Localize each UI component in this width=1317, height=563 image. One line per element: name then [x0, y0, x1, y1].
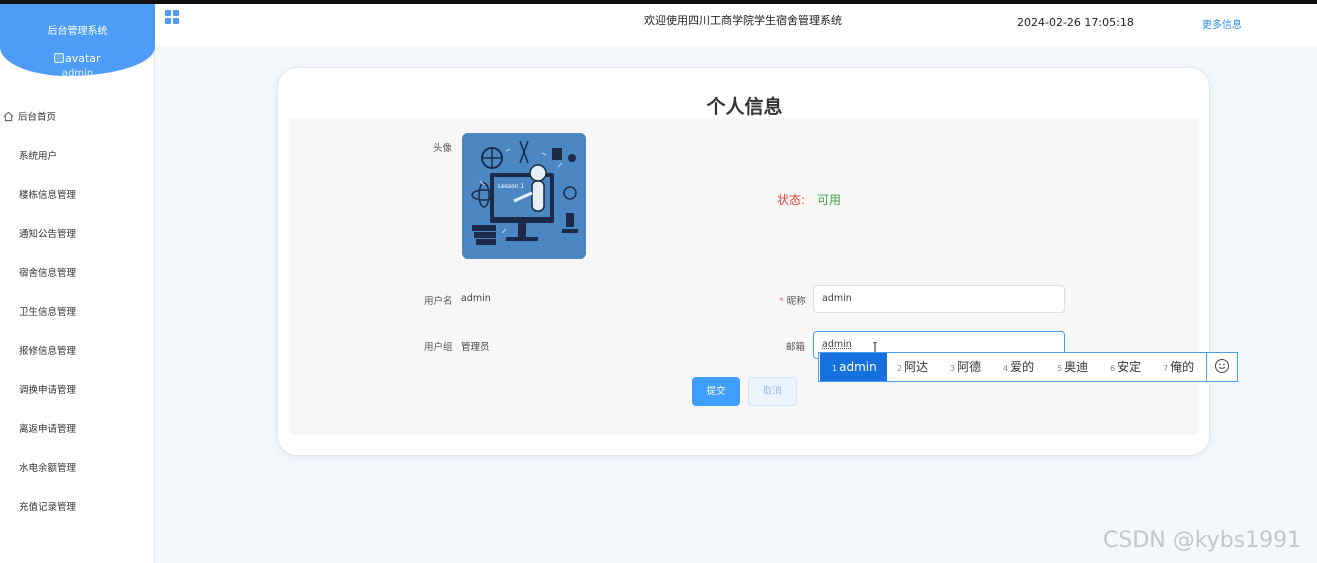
sidebar-item-label: 卫生信息管理 — [19, 307, 77, 318]
ime-separator — [1206, 353, 1207, 381]
sidebar-item-label: 后台首页 — [18, 112, 57, 123]
ime-candidate-bar: 1 admin 2 阿达 3 阿德 4 爱的 5 奥迪 6 安定 7 俺的 — [818, 352, 1238, 382]
watermark: CSDN @kybs1991 — [1103, 528, 1302, 553]
robot-teacher-illustration — [462, 133, 586, 259]
sidebar-item-label: 系统用户 — [19, 151, 58, 162]
sidebar-item-hygiene[interactable]: 卫生信息管理 — [0, 293, 155, 332]
sidebar-item-utility-balance[interactable]: 水电余额管理 — [0, 449, 155, 488]
ime-candidate[interactable]: 3 阿德 — [950, 353, 981, 381]
sidebar-item-label: 宿舍信息管理 — [19, 268, 77, 279]
group-value: 管理员 — [461, 342, 490, 353]
sidebar-item-leave-return[interactable]: 离返申请管理 — [0, 410, 155, 449]
sidebar-item-label: 楼栋信息管理 — [19, 190, 77, 201]
sidebar-item-buildings[interactable]: 楼栋信息管理 — [0, 176, 155, 215]
header-title: 欢迎使用四川工商学院学生宿舍管理系统 — [644, 14, 842, 27]
more-info-link[interactable]: 更多信息 — [1202, 16, 1242, 31]
sidebar-item-system-users[interactable]: 系统用户 — [0, 137, 155, 176]
sidebar-item-dorms[interactable]: 宿舍信息管理 — [0, 254, 155, 293]
app-title: 后台管理系统 — [47, 26, 108, 37]
avatar-alt-text: avatar — [65, 52, 101, 65]
avatar-image-text: Lesson 1 — [498, 183, 525, 190]
page-title: 个人信息 — [706, 96, 783, 118]
nickname-input[interactable]: admin — [813, 285, 1065, 313]
broken-image-icon — [54, 53, 64, 63]
sidebar-item-home[interactable]: 后台首页 — [0, 98, 155, 137]
profile-card: 个人信息 头像 Lesson 1 状态: 可用 用户名 admin * 昵称 a… — [277, 67, 1210, 456]
status-label: 状态: — [777, 193, 806, 207]
sidebar: 后台管理系统 avatar admin 后台首页 系统用户 楼栋信息管理 通知公… — [0, 4, 155, 563]
avatar: avatar — [54, 52, 101, 65]
sidebar-menu: 后台首页 系统用户 楼栋信息管理 通知公告管理 宿舍信息管理 卫生信息管理 报修… — [0, 98, 155, 527]
avatar-image[interactable]: Lesson 1 — [462, 133, 586, 259]
sidebar-item-transfers[interactable]: 调换申请管理 — [0, 371, 155, 410]
sidebar-item-repairs[interactable]: 报修信息管理 — [0, 332, 155, 371]
submit-button[interactable]: 提交 — [692, 377, 740, 406]
sidebar-item-recharge-records[interactable]: 充值记录管理 — [0, 488, 155, 527]
sidebar-item-label: 报修信息管理 — [19, 346, 77, 357]
ime-candidate[interactable]: 1 admin — [820, 353, 887, 381]
username-value: admin — [461, 293, 491, 304]
sidebar-username: admin — [61, 68, 94, 79]
sidebar-item-label: 充值记录管理 — [19, 502, 77, 513]
status-value: 可用 — [817, 193, 842, 207]
sidebar-item-label: 水电余额管理 — [19, 463, 77, 474]
home-icon — [3, 111, 14, 122]
avatar-label: 头像 — [433, 143, 453, 154]
cancel-button[interactable]: 取消 — [748, 377, 797, 406]
smiley-icon[interactable] — [1215, 359, 1229, 373]
menu-toggle-grid-icon[interactable] — [165, 10, 179, 24]
ime-candidate[interactable]: 7 俺的 — [1163, 353, 1194, 381]
required-asterisk: * — [779, 296, 784, 307]
username-label: 用户名 — [424, 296, 453, 307]
ime-candidate[interactable]: 2 阿达 — [897, 353, 928, 381]
group-label: 用户组 — [424, 342, 453, 353]
ime-candidate[interactable]: 4 爱的 — [1003, 353, 1034, 381]
nickname-label: * 昵称 — [779, 296, 806, 307]
sidebar-item-label: 调换申请管理 — [19, 385, 77, 396]
sidebar-item-label: 通知公告管理 — [19, 229, 77, 240]
header: 欢迎使用四川工商学院学生宿舍管理系统 2024-02-26 17:05:18 更… — [155, 4, 1317, 45]
sidebar-brand: 后台管理系统 avatar admin — [0, 4, 155, 79]
sidebar-item-notices[interactable]: 通知公告管理 — [0, 215, 155, 254]
profile-form: 头像 Lesson 1 状态: 可用 用户名 admin * 昵称 admin … — [289, 118, 1199, 435]
email-label: 邮箱 — [786, 342, 806, 353]
ime-candidate[interactable]: 6 安定 — [1110, 353, 1141, 381]
ime-candidate[interactable]: 5 奥迪 — [1057, 353, 1088, 381]
header-datetime: 2024-02-26 17:05:18 — [1017, 16, 1134, 29]
sidebar-item-label: 离返申请管理 — [19, 424, 77, 435]
